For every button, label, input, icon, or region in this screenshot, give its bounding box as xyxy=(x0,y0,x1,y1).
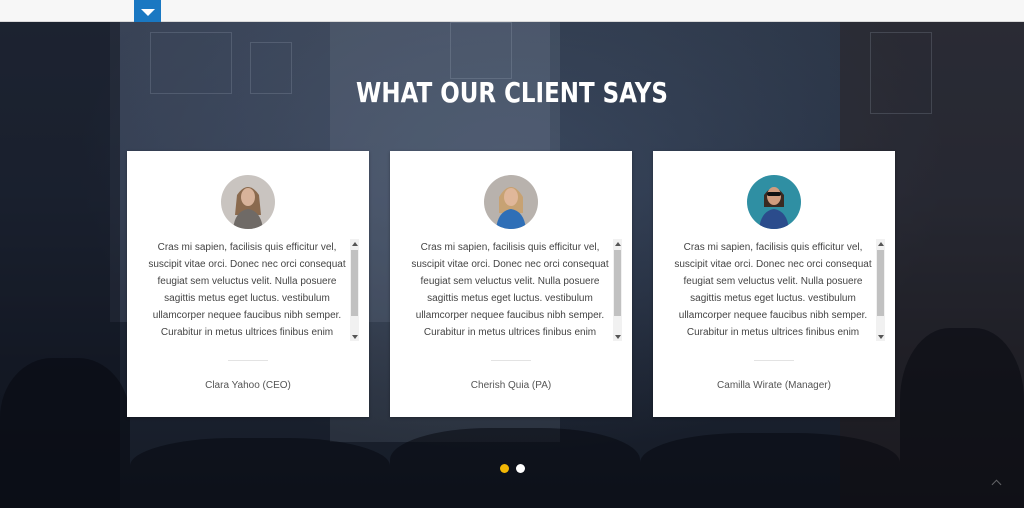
carousel-pagination xyxy=(0,464,1024,473)
testimonial-card: Cras mi sapien, facilisis quis efficitur… xyxy=(127,151,369,417)
client-name: Cherish Quia (PA) xyxy=(470,380,552,391)
avatar xyxy=(221,175,275,229)
client-photo xyxy=(747,175,801,229)
divider xyxy=(754,360,794,361)
client-name: Clara Yahoo (CEO) xyxy=(205,380,291,391)
avatar xyxy=(747,175,801,229)
caret-down-icon xyxy=(877,334,884,339)
caret-up-icon xyxy=(351,241,358,246)
divider xyxy=(491,360,531,361)
testimonial-quote-box[interactable]: Cras mi sapien, facilisis quis efficitur… xyxy=(147,239,359,341)
chevron-up-icon xyxy=(991,479,1001,489)
client-photo xyxy=(221,175,275,229)
testimonial-quote: Cras mi sapien, facilisis quis efficitur… xyxy=(674,242,872,338)
scroll-up-arrow[interactable] xyxy=(613,239,622,248)
caret-down-icon xyxy=(351,334,358,339)
caret-up-icon xyxy=(614,241,621,246)
scroll-up-arrow[interactable] xyxy=(876,239,885,248)
carousel-dot-1[interactable] xyxy=(499,464,509,473)
background-crowd xyxy=(0,358,130,508)
scroll-down-arrow[interactable] xyxy=(876,332,885,341)
testimonial-card: Cras mi sapien, facilisis quis efficitur… xyxy=(390,151,632,417)
client-name: Camilla Wirate (Manager) xyxy=(717,380,831,391)
topbar-dropdown-toggle[interactable] xyxy=(134,0,161,22)
scroll-thumb[interactable] xyxy=(351,250,358,316)
caret-down-icon xyxy=(614,334,621,339)
scroll-up-arrow[interactable] xyxy=(350,239,359,248)
testimonial-quote: Cras mi sapien, facilisis quis efficitur… xyxy=(148,242,346,338)
quote-scrollbar[interactable] xyxy=(613,239,622,341)
scroll-thumb[interactable] xyxy=(614,250,621,316)
background-crowd xyxy=(900,328,1024,508)
divider xyxy=(228,360,268,361)
quote-scrollbar[interactable] xyxy=(876,239,885,341)
testimonial-card: Cras mi sapien, facilisis quis efficitur… xyxy=(653,151,895,417)
scroll-down-arrow[interactable] xyxy=(613,332,622,341)
scroll-thumb[interactable] xyxy=(877,250,884,316)
quote-scrollbar[interactable] xyxy=(350,239,359,341)
caret-up-icon xyxy=(877,241,884,246)
section-title: WHAT OUR CLIENT SAYS xyxy=(356,76,668,109)
carousel-dot-2[interactable] xyxy=(515,464,525,473)
background-window xyxy=(450,22,512,79)
avatar xyxy=(484,175,538,229)
background-crowd xyxy=(130,438,390,508)
testimonial-quote-box[interactable]: Cras mi sapien, facilisis quis efficitur… xyxy=(410,239,622,341)
top-bar xyxy=(0,0,1024,22)
testimonials-section: WHAT OUR CLIENT SAYS Cras mi sapien, fac… xyxy=(0,22,1024,508)
scroll-down-arrow[interactable] xyxy=(350,332,359,341)
testimonial-quote-box[interactable]: Cras mi sapien, facilisis quis efficitur… xyxy=(673,239,885,341)
back-to-top-button[interactable] xyxy=(989,475,1003,489)
testimonial-quote: Cras mi sapien, facilisis quis efficitur… xyxy=(411,242,609,338)
client-photo xyxy=(484,175,538,229)
chevron-down-icon xyxy=(140,8,155,16)
